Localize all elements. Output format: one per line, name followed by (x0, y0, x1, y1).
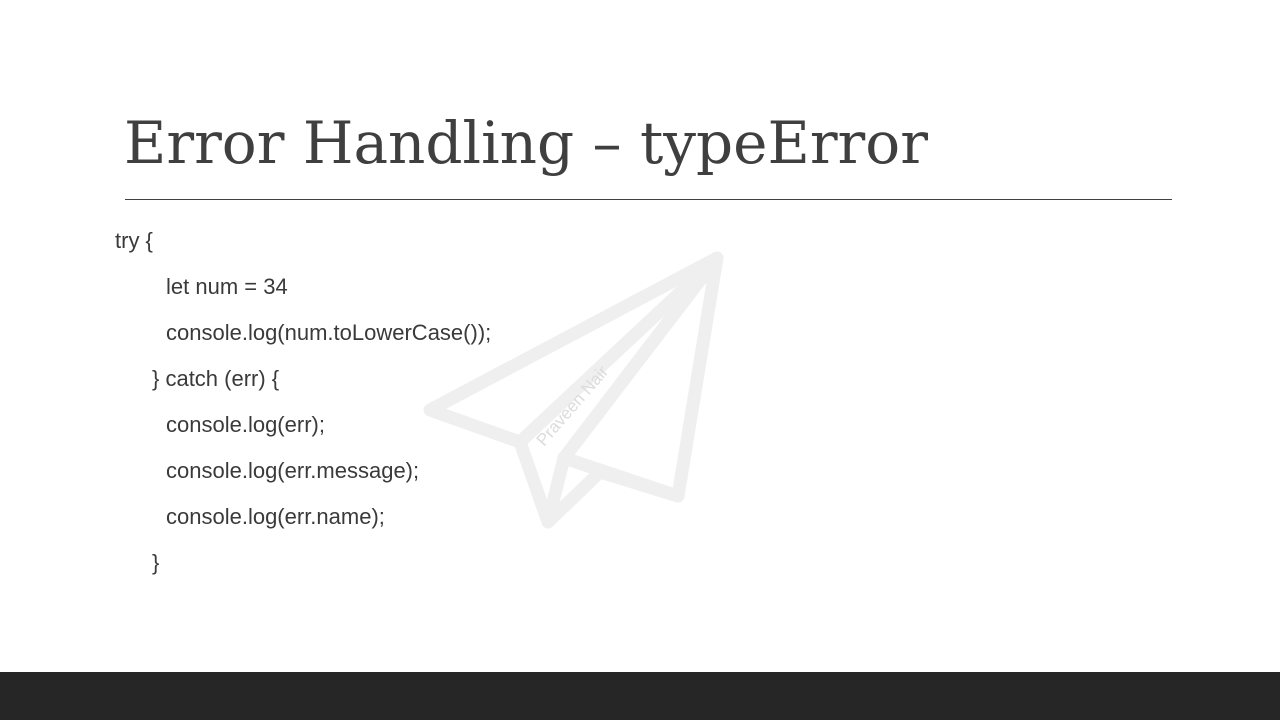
code-line: console.log(err); (166, 412, 325, 437)
code-line: let num = 34 (166, 274, 288, 299)
code-line: } catch (err) { (152, 366, 280, 391)
code-line: } (152, 550, 160, 575)
code-line: console.log(err.name); (166, 504, 385, 529)
code-line: console.log(num.toLowerCase()); (166, 320, 492, 345)
code-line: try { (115, 228, 153, 253)
code-block: try { let num = 34 console.log(num.toLow… (0, 0, 700, 600)
slide: Error Handling – typeError Praveen Nair … (0, 0, 1280, 720)
footer-bar (0, 672, 1280, 720)
code-line: console.log(err.message); (166, 458, 420, 483)
